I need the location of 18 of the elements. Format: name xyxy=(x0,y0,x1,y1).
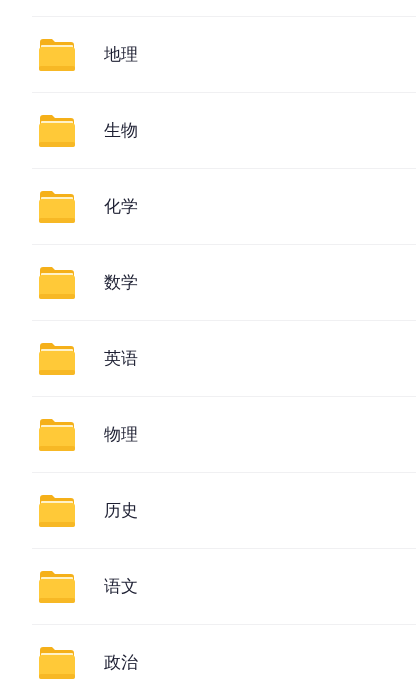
folder-item[interactable]: 地理 xyxy=(32,17,416,93)
folder-icon xyxy=(38,114,76,148)
folder-icon xyxy=(38,418,76,452)
folder-item[interactable]: 化学 xyxy=(32,169,416,245)
folder-icon xyxy=(38,266,76,300)
folder-icon xyxy=(38,342,76,376)
folder-item[interactable]: 历史 xyxy=(32,473,416,549)
folder-item[interactable]: 英语 xyxy=(32,321,416,397)
folder-item[interactable]: 物理 xyxy=(32,397,416,473)
folder-icon xyxy=(38,38,76,72)
folder-icon xyxy=(38,570,76,604)
folder-item[interactable]: 政治 xyxy=(32,625,416,697)
folder-icon xyxy=(38,494,76,528)
folder-item[interactable]: 语文 xyxy=(32,549,416,625)
folder-item[interactable]: 生物 xyxy=(32,93,416,169)
folder-icon xyxy=(38,190,76,224)
folder-item[interactable]: 数学 xyxy=(32,245,416,321)
folder-icon xyxy=(38,646,76,680)
